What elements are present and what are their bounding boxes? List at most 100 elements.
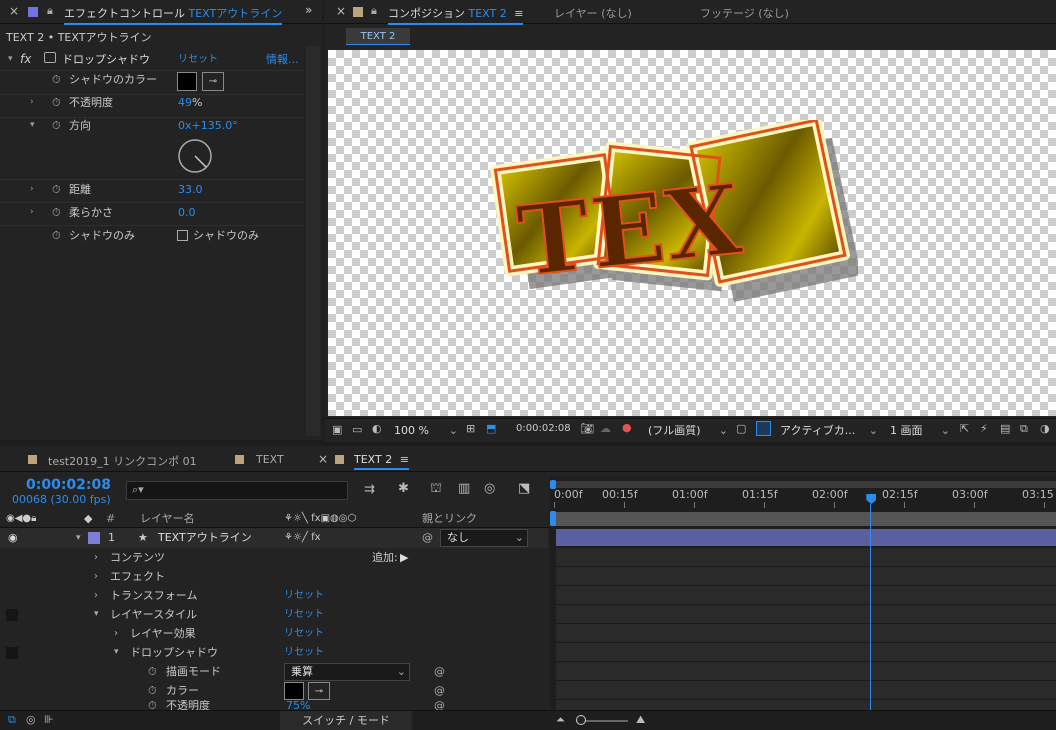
monitor-icon[interactable]: ▭ (352, 423, 362, 436)
prop-row-opacity[interactable]: ⏱︎ 不透明度 75% @ (0, 700, 548, 710)
effect-panel-scrollbar[interactable] (306, 46, 320, 436)
stopwatch-icon[interactable]: ⏱︎ (52, 68, 61, 91)
collapse-icon[interactable]: ▾ (94, 605, 99, 624)
direction-dial[interactable] (176, 137, 214, 175)
timeline-tab-2[interactable]: TEXT 2 ≡ (354, 453, 409, 470)
collapse-icon[interactable]: ▾ (114, 643, 119, 662)
mask-view-icon[interactable]: ◐ (372, 422, 382, 435)
text-artwork[interactable]: TEX (488, 120, 858, 350)
graph-editor-icon[interactable]: ⬔ (518, 481, 530, 496)
layer-row[interactable]: ◉ ▾ 1 ★ TEXTアウトライン ⚘☼╱ fx @ なし ⌄ (0, 528, 548, 548)
prop-row-effects[interactable]: › エフェクト (0, 567, 548, 586)
softness-value[interactable]: 0.0 (178, 201, 196, 224)
stopwatch-icon[interactable]: ⏱︎ (52, 201, 61, 224)
exposure-icon[interactable]: ◑ (1040, 422, 1050, 435)
expand-icon[interactable]: › (94, 567, 98, 586)
expand-icon[interactable]: › (30, 91, 34, 114)
effect-panel-tab-title[interactable]: エフェクトコントロール TEXTアウトライン (64, 5, 283, 25)
twirl-icon[interactable]: ▾ (76, 528, 81, 548)
reset-link[interactable]: リセット (284, 586, 324, 605)
work-area-bar[interactable] (554, 481, 1056, 488)
layer-duration-bar[interactable] (556, 529, 1056, 546)
stopwatch-icon[interactable]: ⏱︎ (148, 681, 157, 700)
color-swatch[interactable] (284, 681, 304, 700)
comp-tab-title[interactable]: コンポジション TEXT 2 ≡ (388, 5, 524, 25)
prop-row-drop-shadow[interactable]: ▾ ドロップシャドウ リセット (0, 643, 548, 662)
zoom-in-icon[interactable]: ⛰ (636, 713, 645, 727)
layer-switches-pane-icon[interactable]: ⧉ (8, 713, 16, 727)
eye-icon[interactable]: ◉ (8, 528, 18, 548)
reset-link[interactable]: リセット (284, 643, 324, 662)
region-toggle-icon[interactable]: ▣ (332, 423, 342, 436)
opacity-value[interactable]: 49% (178, 91, 202, 114)
camera-select[interactable]: アクティブカ... ⌄ (780, 422, 880, 440)
menu-icon[interactable]: ≡ (514, 7, 523, 20)
stopwatch-icon[interactable]: ⏱︎ (52, 91, 61, 114)
color-channels-icon[interactable]: ● (622, 421, 632, 434)
layer-tab[interactable]: レイヤー (なし) (554, 5, 632, 21)
views-select[interactable]: 1 画面 ⌄ (890, 422, 952, 440)
collapse-icon[interactable]: ▾ (30, 114, 35, 137)
grid-icon[interactable]: ⊞ (466, 422, 475, 435)
camera-icon[interactable]: 📷︎ (580, 422, 594, 435)
col-layer-name[interactable]: レイヤー名 (140, 510, 195, 528)
stopwatch-icon[interactable]: ⏱︎ (148, 700, 157, 710)
pickwhip-icon[interactable]: @ (422, 528, 433, 548)
current-time-indicator[interactable] (865, 494, 877, 710)
prop-row-layer-effects[interactable]: › レイヤー効果 リセット (0, 624, 548, 643)
blend-mode-select[interactable]: 乗算 ⌄ (284, 663, 410, 681)
eyedropper-icon[interactable]: ⊸ (308, 681, 330, 700)
stopwatch-icon[interactable]: ⏱︎ (52, 114, 61, 137)
parent-select[interactable]: なし ⌄ (440, 529, 528, 547)
comp-mini-flowchart-icon[interactable]: ⇉ (364, 482, 375, 497)
comp-range-start-handle[interactable] (550, 511, 556, 526)
close-icon[interactable]: × (336, 4, 346, 18)
shy-layers-icon[interactable]: ⛫ (430, 481, 442, 498)
stopwatch-icon[interactable]: ⏱︎ (52, 224, 61, 247)
motion-blur-icon[interactable]: ◎ (484, 481, 495, 496)
prop-row-contents[interactable]: › コンテンツ 追加: ▶ (0, 548, 548, 567)
distance-value[interactable]: 33.0 (178, 178, 203, 201)
snapshot-show-icon[interactable]: ☁ (600, 422, 611, 435)
in-out-pane-icon[interactable]: ⊪ (44, 713, 54, 726)
resolution-select[interactable]: (フル画質) ⌄ (648, 422, 730, 440)
mask-path-icon[interactable]: ⬒ (486, 422, 496, 435)
playhead-head[interactable] (866, 494, 877, 504)
zoom-out-icon[interactable]: ⏶ (556, 713, 565, 727)
eyedropper-icon[interactable]: ⊸ (202, 69, 224, 92)
col-parent[interactable]: 親とリンク (422, 510, 477, 528)
direction-value[interactable]: 0x+135.0° (178, 114, 238, 137)
modes-pane-icon[interactable]: ◎ (26, 713, 36, 726)
zoom-select[interactable]: 100 % ⌄ (394, 422, 460, 440)
comp-range-bar[interactable] (554, 512, 1056, 526)
transparency-grid-icon[interactable] (756, 421, 771, 436)
expand-icon[interactable]: › (114, 624, 118, 643)
close-icon[interactable]: × (318, 452, 328, 466)
prop-row-color[interactable]: ⏱︎ カラー ⊸ @ (0, 681, 548, 700)
layer-switches[interactable]: ⚘☼╱ fx (284, 528, 321, 548)
shadow-only-checkbox[interactable] (177, 230, 188, 241)
add-menu-icon[interactable]: ▶ (400, 548, 408, 567)
menu-icon[interactable]: ≡ (400, 453, 409, 466)
prop-row-transform[interactable]: › トランスフォーム リセット (0, 586, 548, 605)
expression-pickwhip-icon[interactable]: @ (434, 662, 445, 681)
opacity-number[interactable]: 49 (178, 96, 192, 109)
time-ruler[interactable]: 0:00f 00:15f 01:00f 01:15f 02:00f 02:15f 03:00… (550, 488, 1056, 508)
fast-preview-icon[interactable]: ⚡ (980, 422, 988, 435)
frame-blending-icon[interactable]: ▥ (458, 481, 470, 496)
timeline-tab-1[interactable]: TEXT (256, 453, 284, 466)
stopwatch-icon[interactable]: ⏱︎ (148, 662, 157, 681)
comp-subtab[interactable]: TEXT 2 (346, 28, 410, 45)
opacity-value[interactable]: 75% (286, 700, 310, 710)
lock-icon[interactable]: 🔒︎ (47, 4, 53, 18)
expression-pickwhip-icon[interactable]: @ (434, 700, 445, 710)
comp-timecode[interactable]: 0:00:02:08 (516, 423, 571, 434)
prop-row-blend-mode[interactable]: ⏱︎ 描画モード 乗算 ⌄ @ (0, 662, 548, 681)
expression-pickwhip-icon[interactable]: @ (434, 681, 445, 700)
stopwatch-icon[interactable]: ⏱︎ (52, 178, 61, 201)
flowchart-icon[interactable]: ⧉ (1020, 422, 1028, 436)
prop-row-layer-styles[interactable]: ▾ レイヤースタイル リセット (0, 605, 548, 624)
footage-tab[interactable]: フッテージ (なし) (700, 5, 789, 21)
timeline-icon[interactable]: ▤ (1000, 422, 1010, 435)
expand-icon[interactable]: › (30, 201, 34, 224)
